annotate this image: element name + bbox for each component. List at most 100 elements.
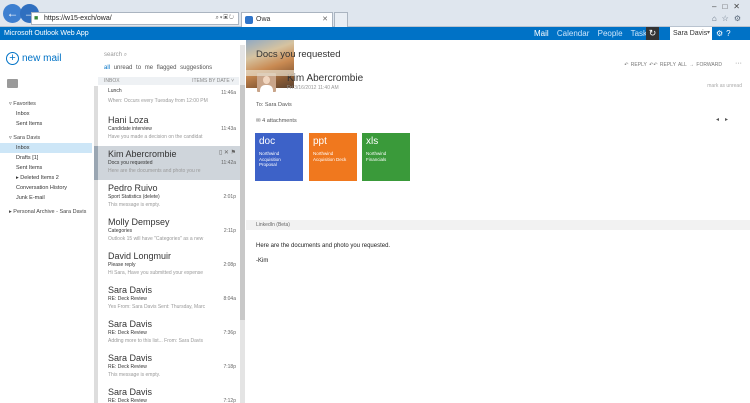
filter-all[interactable]: all bbox=[104, 65, 110, 71]
address-bar[interactable]: ■ https://w15-exch/owa/ ⌕▾▣↻ bbox=[31, 12, 239, 25]
message-time: 7:12p bbox=[223, 398, 236, 403]
message-time: 2:08p bbox=[223, 262, 236, 268]
message-sender: Kim Abercrombie bbox=[108, 149, 177, 159]
attachment-doc[interactable]: doc Northwind Acquisition Proposal bbox=[255, 133, 303, 181]
message-subject: Candidate interview bbox=[108, 126, 152, 132]
sidebar-item[interactable]: Sent Items bbox=[0, 163, 92, 173]
attachments-count: ✉ 4 attachments bbox=[256, 118, 297, 124]
message-list: Lunch When: Occurs every Tuesday from 12:… bbox=[94, 86, 240, 403]
scrollbar-thumb[interactable] bbox=[240, 85, 245, 320]
refresh-icon[interactable]: ↻ bbox=[646, 27, 659, 40]
message-row[interactable]: Kim Abercrombie Docs you requested Here ar… bbox=[94, 146, 240, 180]
next-arrow-icon[interactable]: ▸ bbox=[725, 117, 734, 123]
browser-toolbar-icons[interactable]: ⌂☆⚙ bbox=[712, 14, 746, 23]
message-preview: Yes From: Sara Davis Sent: Thursday, Mar… bbox=[108, 304, 206, 310]
attachment-nav[interactable]: ◂▸ bbox=[716, 116, 734, 123]
more-actions-icon[interactable]: ··· bbox=[735, 60, 742, 67]
attachment-xls-name: Northwind Financials bbox=[366, 151, 387, 162]
message-row[interactable]: David Longmuir Please reply Hi Sara, Have … bbox=[94, 248, 240, 282]
sort-dropdown[interactable]: ITEMS BY DATE ˅ bbox=[192, 77, 234, 85]
linkedin-bar[interactable]: LinkedIn (Beta) bbox=[246, 220, 750, 230]
message-time: 11:43a bbox=[221, 126, 236, 132]
search-icon: ⌕ bbox=[123, 52, 128, 58]
message-row[interactable]: Hani Loza Candidate interview Have you mad… bbox=[94, 112, 240, 146]
message-list-scrollbar[interactable] bbox=[240, 45, 245, 403]
attachment-doc-ext: doc bbox=[259, 136, 276, 147]
message-time: 2:01p bbox=[223, 194, 236, 200]
lock-icon: ■ bbox=[34, 15, 39, 22]
sidebar-item[interactable]: Conversation History bbox=[0, 183, 92, 193]
message-preview: When: Occurs every Tuesday from 12:00 PM bbox=[108, 98, 208, 104]
sender-name[interactable]: Kim Abercrombie bbox=[287, 73, 363, 84]
message-sender: Sara Davis bbox=[108, 285, 153, 295]
message-preview: Adding more to this list... From: Sara D… bbox=[108, 338, 204, 344]
message-subject: Lunch bbox=[108, 88, 122, 94]
nav-mail[interactable]: Mail bbox=[534, 29, 549, 38]
message-time: 11:46a bbox=[221, 90, 236, 96]
prev-arrow-icon[interactable]: ◂ bbox=[716, 117, 725, 123]
folder-tree: ▿ Favorites Inbox Sent Items ▿ Sara Davis In… bbox=[0, 99, 92, 217]
folder-icon[interactable] bbox=[7, 79, 18, 88]
message-subject: RE: Deck Review bbox=[108, 398, 147, 403]
message-row[interactable]: Lunch When: Occurs every Tuesday from 12:… bbox=[94, 86, 240, 112]
message-subject: Categories bbox=[108, 228, 133, 234]
search-placeholder: search bbox=[104, 52, 123, 58]
browser-tab-owa[interactable]: Owa ✕ bbox=[241, 12, 333, 27]
message-row[interactable]: Sara Davis RE: Deck Review Adding more to … bbox=[94, 316, 240, 350]
message-sender: Molly Dempsey bbox=[108, 217, 170, 227]
tab-title: Owa bbox=[256, 16, 271, 23]
nav-people[interactable]: People bbox=[598, 29, 623, 38]
sidebar-item[interactable]: ▸ Personal Archive - Sara Davis bbox=[0, 207, 92, 217]
filter-to-me[interactable]: to me bbox=[136, 65, 153, 71]
address-bar-icons[interactable]: ⌕▾▣↻ bbox=[215, 13, 235, 24]
attachment-doc-name: Northwind Acquisition Proposal bbox=[259, 151, 281, 167]
user-menu[interactable]: Sara Davis ▾ bbox=[670, 27, 712, 40]
message-subject: Sport Statistics (delete) bbox=[108, 194, 160, 200]
mark-unread-link[interactable]: mark as unread bbox=[707, 83, 742, 89]
new-tab-button[interactable] bbox=[334, 12, 348, 27]
message-subject: RE: Deck Review bbox=[108, 364, 147, 370]
chevron-down-icon: ▾ bbox=[706, 30, 710, 36]
filter-flagged[interactable]: flagged bbox=[157, 65, 177, 71]
new-mail-label: new mail bbox=[22, 53, 62, 64]
close-tab-icon[interactable]: ✕ bbox=[322, 13, 328, 26]
sidebar-item[interactable]: Inbox bbox=[0, 143, 92, 153]
url-text: https://w15-exch/owa/ bbox=[44, 15, 112, 22]
message-subject: RE: Deck Review bbox=[108, 296, 147, 302]
message-sender: Sara Davis bbox=[108, 387, 153, 397]
browser-chrome: ← → ■ https://w15-exch/owa/ ⌕▾▣↻ Owa ✕ –… bbox=[0, 0, 750, 27]
reply-button[interactable]: ↶ REPLY bbox=[624, 62, 647, 68]
message-row[interactable]: Molly Dempsey Categories Outlook 15 will h… bbox=[94, 214, 240, 248]
message-preview: Here are the documents and photo you re bbox=[108, 168, 201, 174]
row-actions-icon[interactable]: ▯ ✕ ⚑ bbox=[219, 149, 236, 156]
forward-button[interactable]: → FORWARD bbox=[689, 62, 722, 68]
sidebar-item[interactable]: Drafts [1] bbox=[0, 153, 92, 163]
settings-gear-icon[interactable]: ⚙ bbox=[716, 29, 726, 38]
top-navigation: Mail Calendar People Tasks bbox=[534, 27, 657, 40]
sidebar-item[interactable]: ▸ Deleted Items 2 bbox=[0, 173, 92, 183]
message-title: Docs you requested bbox=[256, 49, 341, 60]
message-preview: This message is empty. bbox=[108, 372, 161, 378]
message-body-line-2: -Kim bbox=[256, 258, 269, 264]
attachments-count-text: 4 attachments bbox=[262, 118, 297, 124]
message-row[interactable]: Sara Davis RE: Deck Review Yes From: Sara … bbox=[94, 282, 240, 316]
filter-unread[interactable]: unread bbox=[114, 65, 133, 71]
attachment-ppt[interactable]: ppt Northwind Acquisition Deck bbox=[309, 133, 357, 181]
window-controls[interactable]: –□✕ bbox=[712, 2, 746, 11]
message-row[interactable]: Sara Davis RE: Deck Review This message is… bbox=[94, 350, 240, 384]
sidebar-item[interactable]: Sent Items bbox=[0, 119, 92, 129]
list-header: INBOX ITEMS BY DATE ˅ bbox=[98, 77, 239, 85]
sidebar-item[interactable]: ▿ Favorites bbox=[0, 99, 92, 109]
sidebar-item[interactable]: Junk E-mail bbox=[0, 193, 92, 203]
sidebar-item[interactable]: ▿ Sara Davis bbox=[0, 133, 92, 143]
message-row[interactable]: Pedro Ruivo Sport Statistics (delete) This… bbox=[94, 180, 240, 214]
message-row[interactable]: Sara Davis RE: Deck Review 7:12p bbox=[94, 384, 240, 403]
new-mail-button[interactable]: + new mail bbox=[6, 52, 61, 66]
help-icon[interactable]: ? bbox=[726, 29, 733, 38]
attachment-xls[interactable]: xls Northwind Financials bbox=[362, 133, 410, 181]
filter-suggestions[interactable]: suggestions bbox=[180, 65, 212, 71]
sidebar-item[interactable]: Inbox bbox=[0, 109, 92, 119]
reply-all-button[interactable]: ↶↶ REPLY ALL bbox=[649, 62, 687, 68]
nav-calendar[interactable]: Calendar bbox=[557, 29, 589, 38]
search-input[interactable]: search ⌕ bbox=[104, 52, 127, 59]
